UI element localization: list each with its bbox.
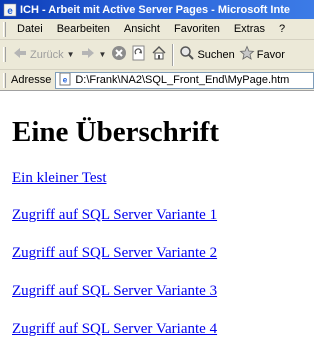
favorites-icon [239,45,255,64]
toolbar: Zurück ▼ ▼ Suchen Favor [0,40,314,70]
link-sql-variante-1[interactable]: Zugriff auf SQL Server Variante 1 [12,207,217,224]
address-label: Adresse [11,74,52,86]
svg-text:e: e [63,75,68,84]
menu-favoriten[interactable]: Favoriten [167,23,227,35]
toolbar-separator [172,43,175,66]
window-title: ICH - Arbeit mit Active Server Pages - M… [20,3,290,16]
back-label: Zurück [30,48,64,61]
back-dropdown-icon[interactable]: ▼ [67,50,75,59]
page-icon: e [58,72,72,88]
menu-bar: Datei Bearbeiten Ansicht Favoriten Extra… [0,19,314,40]
refresh-icon [131,45,147,64]
window-title-bar[interactable]: e ICH - Arbeit mit Active Server Pages -… [0,0,314,19]
favorites-button[interactable]: Favor [237,43,287,67]
address-input[interactable]: e D:\Frank\NA2\SQL_Front_End\MyPage.htm [55,71,314,89]
stop-button[interactable] [109,43,129,67]
address-bar: Adresse e D:\Frank\NA2\SQL_Front_End\MyP… [0,70,314,91]
address-value: D:\Frank\NA2\SQL_Front_End\MyPage.htm [75,74,290,86]
favorites-label: Favor [256,48,285,61]
link-sql-variante-3[interactable]: Zugriff auf SQL Server Variante 3 [12,283,217,300]
menu-extras[interactable]: Extras [227,23,272,35]
link-sql-variante-4[interactable]: Zugriff auf SQL Server Variante 4 [12,321,217,338]
link-sql-variante-2[interactable]: Zugriff auf SQL Server Variante 2 [12,245,217,262]
refresh-button[interactable] [129,43,149,67]
home-icon [151,45,167,64]
menu-grip[interactable] [3,21,6,37]
back-button[interactable]: Zurück [10,43,66,67]
toolbar-grip[interactable] [3,47,6,62]
menu-ansicht[interactable]: Ansicht [117,23,167,35]
menu-help[interactable]: ? [272,23,292,35]
page-heading: Eine Überschrift [12,116,219,148]
forward-button[interactable] [78,43,98,67]
page-content: Eine Überschrift Ein kleiner Test Zugrif… [0,92,314,356]
search-icon [179,45,195,64]
back-arrow-icon [12,45,28,64]
forward-dropdown-icon[interactable]: ▼ [99,50,107,59]
search-label: Suchen [197,48,235,61]
stop-icon [111,45,127,64]
internet-explorer-icon: e [3,3,17,17]
address-grip[interactable] [3,72,6,88]
link-ein-kleiner-test[interactable]: Ein kleiner Test [12,170,106,187]
home-button[interactable] [149,43,169,67]
menu-bearbeiten[interactable]: Bearbeiten [50,23,117,35]
svg-text:e: e [7,6,13,17]
search-button[interactable]: Suchen [177,43,236,67]
forward-arrow-icon [80,45,96,64]
menu-datei[interactable]: Datei [10,23,50,35]
